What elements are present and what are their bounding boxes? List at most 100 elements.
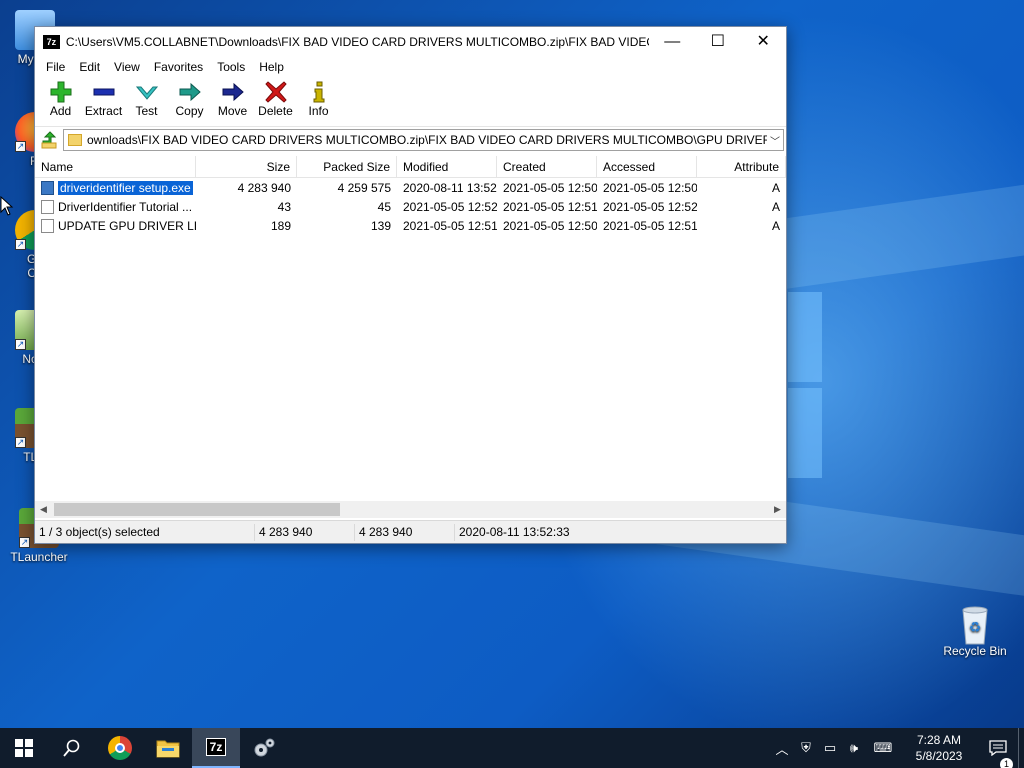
scrollbar-thumb[interactable] [54,503,340,516]
file-name-cell: UPDATE GPU DRIVER LI... [35,218,196,233]
test-button[interactable]: Test [125,77,168,118]
delete-button[interactable]: Delete [254,77,297,118]
minus-icon [82,81,125,103]
desktop-icon-recycle-bin[interactable]: ♻ Recycle Bin [940,602,1010,658]
wallpaper-logo-pane [788,388,822,478]
notification-count-badge: 1 [1000,758,1013,768]
column-header-attributes[interactable]: Attribute [697,156,786,177]
file-name: UPDATE GPU DRIVER LI... [58,218,196,233]
folder-up-icon [41,131,57,149]
status-selection: 1 / 3 object(s) selected [35,523,255,541]
column-header-packed-size[interactable]: Packed Size [297,156,397,177]
keyboard-icon[interactable]: ⌨ [866,740,900,756]
file-accessed: 2021-05-05 12:51 [603,218,697,233]
menu-tools[interactable]: Tools [210,60,252,74]
file-size: 189 [270,218,291,233]
file-packed-size: 4 259 575 [337,180,391,195]
file-row[interactable]: DriverIdentifier Tutorial ... 43 45 2021… [35,197,786,216]
clock-date: 5/8/2023 [915,749,963,763]
file-attributes: A [771,218,780,233]
file-packed-size: 139 [370,218,391,233]
file-attributes: A [771,199,780,214]
menu-help[interactable]: Help [252,60,291,74]
search-button[interactable] [48,728,96,768]
move-button-label: Move [217,104,248,118]
address-bar: ownloads\FIX BAD VIDEO CARD DRIVERS MULT… [35,127,786,153]
move-button[interactable]: Move [211,77,254,118]
file-name-cell: DriverIdentifier Tutorial ... [35,199,196,214]
7zip-file-manager-window[interactable]: 7z C:\Users\VM5.COLLABNET\Downloads\FIX … [34,26,787,544]
folder-icon [156,740,180,758]
test-button-label: Test [135,104,158,118]
window-title: C:\Users\VM5.COLLABNET\Downloads\FIX BAD… [65,35,650,49]
network-icon[interactable]: ▭ [818,740,842,756]
settings-app-button[interactable] [240,728,288,768]
file-row[interactable]: UPDATE GPU DRIVER LI... 189 139 2021-05-… [35,216,786,235]
file-size: 4 283 940 [237,180,291,195]
file-list[interactable]: Name Size Packed Size Modified Created A… [35,156,786,501]
delete-button-label: Delete [258,104,293,118]
exe-file-icon [41,180,54,195]
maximize-button[interactable]: ☐ [695,27,741,57]
file-list-header: Name Size Packed Size Modified Created A… [35,156,786,178]
column-header-modified[interactable]: Modified [397,156,497,177]
file-created: 2021-05-05 12:51 [503,199,597,214]
path-text: ownloads\FIX BAD VIDEO CARD DRIVERS MULT… [87,133,767,147]
chrome-button[interactable] [96,728,144,768]
security-icon[interactable]: ⛨ [794,740,818,756]
file-attributes: A [771,180,780,195]
extract-button-label: Extract [84,104,123,118]
gears-icon [254,738,275,757]
status-packed-size: 4 283 940 [355,523,455,541]
chevron-up-icon[interactable]: ︿ [770,739,794,758]
menu-view[interactable]: View [107,60,147,74]
arrow-right-icon [211,81,254,103]
scroll-right-icon[interactable]: ▶ [769,504,786,515]
file-modified: 2021-05-05 12:52 [403,199,497,214]
file-explorer-button[interactable] [144,728,192,768]
status-size: 4 283 940 [255,523,355,541]
x-icon [254,81,297,103]
start-button[interactable] [0,728,48,768]
desktop-icon-label: Recycle Bin [943,644,1007,658]
arrow-right-icon [168,81,211,103]
title-bar[interactable]: 7z C:\Users\VM5.COLLABNET\Downloads\FIX … [35,27,786,57]
7zip-app-icon: 7z [43,35,60,49]
folder-up-button[interactable] [37,129,63,151]
column-header-accessed[interactable]: Accessed [597,156,697,177]
windows-icon [15,739,33,757]
add-button[interactable]: Add [39,77,82,118]
column-header-created[interactable]: Created [497,156,597,177]
clock[interactable]: 7:28 AM 5/8/2023 [900,732,978,764]
file-created: 2021-05-05 12:50 [503,218,597,233]
path-combobox[interactable]: ownloads\FIX BAD VIDEO CARD DRIVERS MULT… [63,129,784,151]
plus-icon [39,81,82,103]
minimize-button[interactable]: — [649,27,695,57]
extract-button[interactable]: Extract [82,77,125,118]
column-header-name[interactable]: Name [35,156,196,177]
scrollbar-track[interactable] [52,503,769,516]
status-bar: 1 / 3 object(s) selected 4 283 940 4 283… [35,520,786,543]
volume-icon[interactable]: 🕪 [842,740,866,756]
file-size: 43 [277,199,291,214]
status-modified: 2020-08-11 13:52:33 [459,524,570,539]
chevron-down-icon[interactable]: ﹀ [767,133,783,148]
column-header-size[interactable]: Size [196,156,297,177]
file-row[interactable]: driveridentifier setup.exe 4 283 940 4 2… [35,178,786,197]
notification-center-button[interactable]: 1 [978,740,1018,768]
menu-favorites[interactable]: Favorites [147,60,210,74]
info-button[interactable]: Info [297,77,340,118]
menu-file[interactable]: File [39,60,72,74]
7zip-button[interactable]: 7z [192,728,240,768]
taskbar: 7z ︿ ⛨ ▭ 🕪 ⌨ 7:28 AM 5/8/2023 1 [0,728,1024,768]
file-name-cell: driveridentifier setup.exe [35,180,196,195]
check-icon [125,81,168,103]
scroll-left-icon[interactable]: ◀ [35,504,52,515]
close-button[interactable]: ✕ [740,27,786,57]
menu-edit[interactable]: Edit [72,60,107,74]
file-accessed: 2021-05-05 12:50 [603,180,697,195]
copy-button[interactable]: Copy [168,77,211,118]
show-desktop-button[interactable] [1018,728,1024,768]
horizontal-scrollbar[interactable]: ◀ ▶ [35,501,786,518]
desktop-icon-label: TLauncher [10,550,68,564]
